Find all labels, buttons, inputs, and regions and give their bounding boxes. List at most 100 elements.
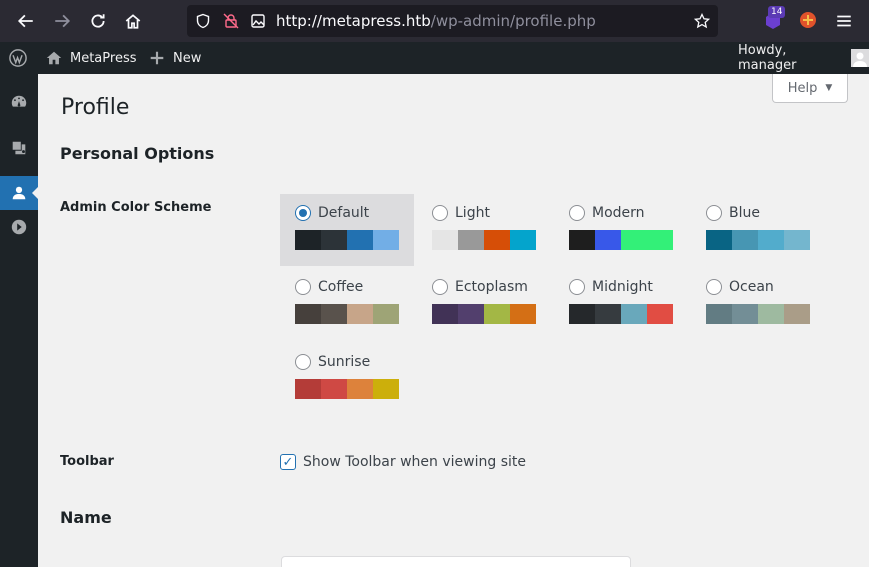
- color-swatch: [321, 304, 347, 324]
- scheme-option-sunrise[interactable]: Sunrise: [280, 343, 414, 415]
- color-swatch: [347, 230, 373, 250]
- color-swatch: [295, 304, 321, 324]
- new-label: New: [173, 50, 202, 66]
- scheme-radio[interactable]: [295, 354, 311, 370]
- color-swatch: [458, 304, 484, 324]
- color-swatch: [432, 304, 458, 324]
- active-menu-arrow: [32, 187, 38, 199]
- dashboard-icon[interactable]: [0, 85, 38, 119]
- color-swatch: [373, 230, 399, 250]
- profile-users-icon[interactable]: [0, 176, 38, 210]
- color-swatch: [569, 304, 595, 324]
- tracking-shield-icon[interactable]: [195, 13, 211, 29]
- scheme-option-midnight[interactable]: Midnight: [554, 268, 688, 340]
- scheme-option-ectoplasm[interactable]: Ectoplasm: [417, 268, 551, 340]
- scheme-option-blue[interactable]: Blue: [691, 194, 825, 266]
- collapse-menu-icon[interactable]: [0, 210, 38, 244]
- scheme-name: Sunrise: [318, 354, 371, 370]
- scheme-option-ocean[interactable]: Ocean: [691, 268, 825, 340]
- scheme-swatches: [295, 304, 399, 324]
- color-swatch: [373, 379, 399, 399]
- scheme-swatches: [706, 304, 810, 324]
- scheme-option-default[interactable]: Default: [280, 194, 414, 266]
- scheme-option-light[interactable]: Light: [417, 194, 551, 266]
- extension-badge: 14: [768, 6, 786, 18]
- url-bar[interactable]: http://metapress.htb/wp-admin/profile.ph…: [187, 5, 718, 37]
- color-swatch: [432, 230, 458, 250]
- caret-down-icon: ▼: [825, 83, 833, 93]
- scheme-swatches: [295, 379, 399, 399]
- color-swatch: [595, 304, 621, 324]
- house-icon: [46, 51, 62, 65]
- color-swatch: [484, 230, 510, 250]
- color-swatch: [347, 379, 373, 399]
- color-swatch: [706, 304, 732, 324]
- site-name-link[interactable]: MetaPress: [45, 42, 137, 74]
- scheme-radio[interactable]: [432, 205, 448, 221]
- scheme-name: Default: [318, 205, 370, 221]
- color-swatch: [784, 230, 810, 250]
- show-toolbar-label[interactable]: Show Toolbar when viewing site: [303, 454, 526, 470]
- scheme-option-modern[interactable]: Modern: [554, 194, 688, 266]
- reload-icon[interactable]: [82, 5, 114, 37]
- forward-icon[interactable]: [46, 5, 78, 37]
- color-swatch: [510, 230, 536, 250]
- new-content-link[interactable]: New: [148, 42, 201, 74]
- wp-admin-bar: MetaPress New Howdy, manager: [0, 42, 869, 74]
- admin-color-scheme-label: Admin Color Scheme: [60, 200, 212, 215]
- color-swatch: [647, 230, 673, 250]
- wordpress-logo-icon[interactable]: [9, 42, 27, 74]
- my-account-link[interactable]: Howdy, manager: [738, 42, 869, 74]
- scheme-option-coffee[interactable]: Coffee: [280, 268, 414, 340]
- scheme-swatches: [432, 230, 536, 250]
- page-image-icon[interactable]: [250, 13, 266, 29]
- scheme-radio[interactable]: [706, 205, 722, 221]
- scheme-name: Blue: [729, 205, 760, 221]
- color-swatch: [321, 379, 347, 399]
- scheme-name: Light: [455, 205, 490, 221]
- help-button[interactable]: Help ▼: [772, 74, 848, 103]
- color-swatch: [647, 304, 673, 324]
- scheme-swatches: [706, 230, 810, 250]
- name-heading: Name: [60, 508, 112, 527]
- page-title: Profile: [61, 95, 130, 120]
- browser-toolbar: http://metapress.htb/wp-admin/profile.ph…: [0, 0, 869, 42]
- bookmark-star-icon[interactable]: [694, 13, 710, 29]
- show-toolbar-checkbox[interactable]: ✓: [280, 454, 296, 470]
- color-swatch: [321, 230, 347, 250]
- scheme-swatches: [432, 304, 536, 324]
- avatar: [851, 49, 869, 67]
- site-name: MetaPress: [70, 50, 137, 66]
- home-icon[interactable]: [117, 5, 149, 37]
- hamburger-menu-icon[interactable]: [828, 5, 860, 37]
- scheme-radio[interactable]: [432, 279, 448, 295]
- addon-icon[interactable]: [797, 9, 819, 31]
- scheme-radio[interactable]: [569, 205, 585, 221]
- howdy-text: Howdy, manager: [738, 43, 797, 73]
- scheme-name: Ectoplasm: [455, 279, 528, 295]
- url-text[interactable]: http://metapress.htb/wp-admin/profile.ph…: [276, 12, 596, 30]
- color-swatch: [758, 304, 784, 324]
- media-icon[interactable]: [0, 131, 38, 165]
- back-icon[interactable]: [10, 5, 42, 37]
- scheme-swatches: [295, 230, 399, 250]
- scheme-name: Ocean: [729, 279, 774, 295]
- color-swatch: [732, 230, 758, 250]
- color-swatch: [569, 230, 595, 250]
- scheme-swatches: [569, 230, 673, 250]
- color-swatch: [758, 230, 784, 250]
- scheme-radio[interactable]: [295, 279, 311, 295]
- color-swatch: [295, 230, 321, 250]
- checkmark-icon: ✓: [282, 454, 294, 470]
- insecure-lock-icon[interactable]: [223, 13, 239, 29]
- scheme-radio[interactable]: [706, 279, 722, 295]
- scheme-name: Coffee: [318, 279, 364, 295]
- username-input[interactable]: [281, 556, 631, 567]
- color-swatch: [595, 230, 621, 250]
- color-swatch: [621, 304, 647, 324]
- user-avatar-icon: [853, 52, 867, 67]
- scheme-radio[interactable]: [569, 279, 585, 295]
- scheme-radio[interactable]: [295, 205, 311, 221]
- plus-icon: [150, 51, 164, 65]
- color-swatch: [732, 304, 758, 324]
